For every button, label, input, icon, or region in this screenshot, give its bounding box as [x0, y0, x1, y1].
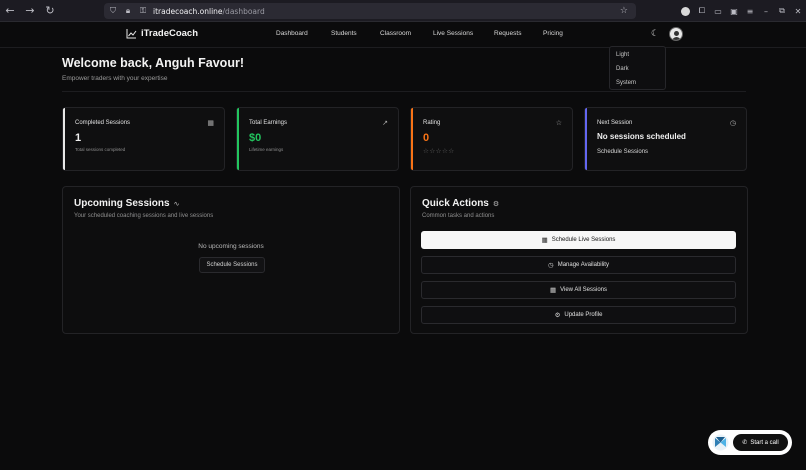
nav-students[interactable]: Students: [331, 30, 357, 37]
card-value: No sessions scheduled: [597, 132, 686, 141]
card-accent-bar: [237, 108, 239, 170]
address-bar[interactable]: ⛉ 🔒︎ ⚿ itradecoach.online/dashboard ☆: [104, 3, 636, 19]
card-subtitle: Total sessions completed: [75, 147, 126, 152]
avatar[interactable]: [669, 27, 683, 41]
card-title: Total Earnings: [249, 120, 288, 126]
bookmark-star-icon[interactable]: ☆: [620, 6, 628, 16]
button-label: Schedule Live Sessions: [551, 237, 616, 243]
panel-title: Upcoming Sessions ∿: [74, 198, 179, 209]
schedule-sessions-button[interactable]: Schedule Sessions: [199, 257, 265, 273]
reload-icon[interactable]: ↻: [42, 3, 58, 19]
empty-state-text: No upcoming sessions: [198, 243, 264, 250]
settings-dot-icon: ⚙: [492, 199, 500, 208]
brand-logo[interactable]: iTradeCoach: [126, 28, 198, 39]
stat-card-next-session: Next Session ◷ No sessions scheduled Sch…: [584, 107, 747, 171]
card-title: Rating: [423, 120, 441, 126]
nav-dashboard[interactable]: Dashboard: [276, 30, 308, 37]
clock-icon: ◷: [729, 119, 736, 127]
button-label: View All Sessions: [560, 287, 608, 293]
nav-live-sessions[interactable]: Live Sessions: [433, 30, 473, 37]
calendar-icon: ▦: [207, 119, 214, 127]
card-value: $0: [249, 132, 262, 144]
browser-actions: ⧠ ▭ ▣ ≡ – ⧉ ✕: [677, 3, 806, 19]
nav-pricing[interactable]: Pricing: [543, 30, 563, 37]
back-icon[interactable]: ←: [2, 3, 18, 19]
start-call-label: Start a call: [750, 439, 779, 446]
star-icon: ☆: [555, 119, 562, 127]
call-widget: ✆ Start a call: [708, 430, 792, 455]
schedule-live-sessions-button[interactable]: ▦ Schedule Live Sessions: [421, 231, 736, 249]
phone-icon: ✆: [742, 439, 748, 446]
calendar-icon: ▦: [541, 236, 548, 244]
panel-subtitle: Common tasks and actions: [422, 213, 495, 219]
stat-card-completed-sessions: Completed Sessions ▦ 1 Total sessions co…: [62, 107, 225, 171]
page-title: Welcome back, Anguh Favour!: [62, 56, 244, 70]
pocket-icon[interactable]: ▭: [710, 7, 726, 16]
hamburger-menu-icon[interactable]: ≡: [742, 7, 758, 16]
theme-option-light[interactable]: Light: [616, 52, 629, 58]
page-subtitle: Empower traders with your expertise: [62, 75, 168, 82]
manage-availability-button[interactable]: ◷ Manage Availability: [421, 256, 736, 274]
card-accent-bar: [63, 108, 65, 170]
start-call-button[interactable]: ✆ Start a call: [733, 434, 788, 451]
brand-name: iTradeCoach: [141, 28, 199, 39]
restore-window-button[interactable]: ⧉: [774, 6, 790, 16]
url-host: itradecoach.online: [153, 6, 223, 16]
theme-menu: Light Dark System: [609, 46, 666, 90]
card-title: Next Session: [597, 120, 633, 126]
theme-option-system[interactable]: System: [616, 80, 636, 86]
shield-icon: ⛉: [110, 6, 116, 15]
upcoming-title: Upcoming Sessions: [74, 198, 170, 209]
card-accent-bar: [585, 108, 587, 170]
view-all-sessions-button[interactable]: ▦ View All Sessions: [421, 281, 736, 299]
lock-icon: 🔒︎: [125, 6, 131, 15]
theme-option-dark[interactable]: Dark: [616, 66, 629, 72]
puzzle-icon[interactable]: ⧠: [694, 6, 710, 16]
stat-card-rating: Rating ☆ 0 ☆☆☆☆☆: [410, 107, 573, 171]
button-label: Manage Availability: [557, 262, 609, 268]
button-label: Update Profile: [564, 312, 603, 318]
card-accent-bar: [411, 108, 413, 170]
trend-up-icon: ↗: [382, 119, 388, 127]
chart-line-icon: [126, 28, 137, 38]
browser-toolbar: ← → ↻ ⛉ 🔒︎ ⚿ itradecoach.online/dashboar…: [0, 0, 806, 22]
forward-icon[interactable]: →: [22, 3, 38, 19]
divider: [62, 91, 746, 92]
key-icon: ⚿: [139, 6, 147, 15]
close-window-button[interactable]: ✕: [790, 7, 806, 16]
panel-subtitle: Your scheduled coaching sessions and liv…: [74, 213, 214, 219]
quick-actions-title: Quick Actions: [422, 198, 489, 209]
star-rating: ☆☆☆☆☆: [423, 147, 455, 155]
schedule-sessions-link[interactable]: Schedule Sessions: [597, 149, 648, 155]
panel-title: Quick Actions ⚙: [422, 198, 499, 209]
call-brand-logo: [712, 434, 729, 451]
card-subtitle: Lifetime earnings: [249, 147, 284, 152]
stat-card-total-earnings: Total Earnings ↗ $0 Lifetime earnings: [236, 107, 399, 171]
update-profile-button[interactable]: ⚙ Update Profile: [421, 306, 736, 324]
nav-requests[interactable]: Requests: [494, 30, 521, 37]
card-value: 0: [423, 132, 430, 144]
activity-icon: ∿: [173, 199, 180, 208]
calendar-icon: ▦: [549, 286, 557, 294]
card-title: Completed Sessions: [75, 120, 131, 126]
sidebar-icon[interactable]: ▣: [726, 7, 742, 16]
card-value: 1: [75, 132, 82, 144]
app-header: iTradeCoach Dashboard Students Classroom…: [0, 22, 806, 48]
gear-icon: ⚙: [554, 311, 561, 319]
extension-icon[interactable]: [681, 6, 690, 16]
moon-icon[interactable]: ☾: [651, 29, 662, 40]
quick-actions-panel: Quick Actions ⚙ Common tasks and actions…: [410, 186, 748, 334]
minimize-window-button[interactable]: –: [758, 7, 774, 16]
url-path: /dashboard: [222, 6, 265, 16]
clock-icon: ◷: [548, 261, 554, 269]
upcoming-sessions-panel: Upcoming Sessions ∿ Your scheduled coach…: [62, 186, 400, 334]
nav-classroom[interactable]: Classroom: [380, 30, 411, 37]
